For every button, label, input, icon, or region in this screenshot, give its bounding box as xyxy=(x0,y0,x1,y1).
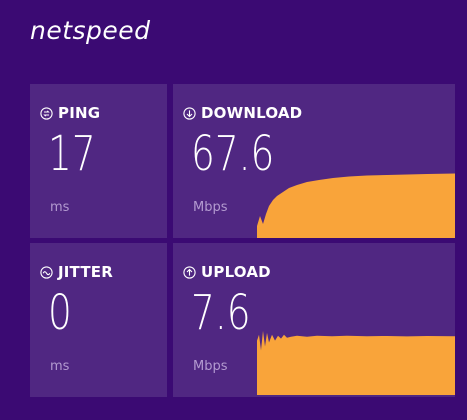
upload-header: UPLOAD xyxy=(183,263,271,281)
upload-arrow-icon xyxy=(183,265,196,279)
ping-header: PING xyxy=(40,104,100,122)
download-unit: Mbps xyxy=(193,200,228,215)
download-arrow-icon xyxy=(183,106,196,120)
jitter-icon xyxy=(40,265,53,279)
upload-card: UPLOAD 7.6 Mbps xyxy=(173,243,455,397)
jitter-card: JITTER 0 ms xyxy=(30,243,167,397)
upload-graph-area xyxy=(257,330,455,396)
ping-icon xyxy=(40,106,53,120)
jitter-header: JITTER xyxy=(40,263,113,281)
upload-speed-graph xyxy=(257,330,455,396)
jitter-unit: ms xyxy=(50,359,70,374)
download-graph-area xyxy=(257,173,455,238)
jitter-title: JITTER xyxy=(58,263,113,281)
download-speed-graph xyxy=(257,173,455,238)
ping-title: PING xyxy=(58,104,101,122)
download-header: DOWNLOAD xyxy=(183,104,302,122)
jitter-value: 0 xyxy=(48,285,72,341)
download-card: DOWNLOAD 67.6 Mbps xyxy=(173,84,455,238)
ping-value: 17 xyxy=(48,126,96,182)
upload-value: 7.6 xyxy=(191,285,251,341)
download-title: DOWNLOAD xyxy=(201,104,303,122)
netspeed-logo: netspeed xyxy=(30,16,151,45)
ping-card: PING 17 ms xyxy=(30,84,167,238)
upload-title: UPLOAD xyxy=(201,263,271,281)
upload-unit: Mbps xyxy=(193,359,228,374)
ping-unit: ms xyxy=(50,200,70,215)
